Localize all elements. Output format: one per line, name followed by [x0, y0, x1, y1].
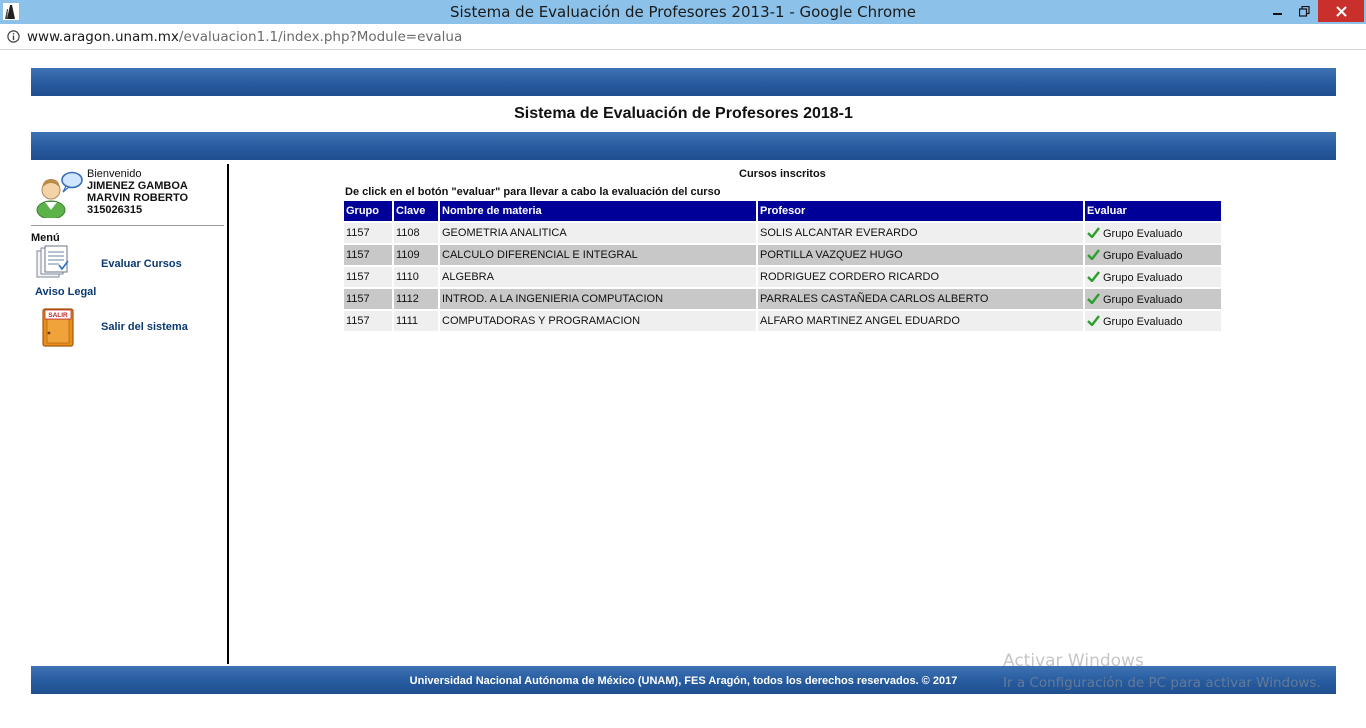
cell-profesor: RODRIGUEZ CORDERO RICARDO [758, 267, 1083, 287]
url-host: www.aragon.unam.mx [27, 29, 179, 45]
footer-text: Universidad Nacional Autónoma de México … [409, 675, 958, 687]
watermark-subtitle: Ir a Configuración de PC para activar Wi… [1003, 675, 1321, 691]
table-row: 1157 1108 GEOMETRIA ANALITICA SOLIS ALCA… [344, 223, 1221, 243]
instruction-text: De click en el botón "evaluar" para llev… [345, 186, 721, 198]
column-header-clave: Clave [394, 201, 438, 221]
window-title: Sistema de Evaluación de Profesores 2013… [449, 3, 917, 21]
cell-profesor: PORTILLA VAZQUEZ HUGO [758, 245, 1083, 265]
evaluado-status: Grupo Evaluado [1103, 271, 1183, 284]
cell-profesor: SOLIS ALCANTAR EVERARDO [758, 223, 1083, 243]
section-title: Cursos inscritos [739, 168, 826, 180]
evaluado-status: Grupo Evaluado [1103, 249, 1183, 262]
restore-icon [1298, 5, 1310, 17]
header-band-bottom [31, 132, 1336, 160]
user-avatar-icon [36, 171, 83, 218]
aviso-legal-link[interactable]: Aviso Legal [35, 286, 96, 298]
table-row: 1157 1112 INTROD. A LA INGENIERIA COMPUT… [344, 289, 1221, 309]
cell-clave: 1112 [394, 289, 438, 309]
column-header-profesor: Profesor [758, 201, 1083, 221]
restore-button[interactable] [1292, 0, 1316, 22]
close-icon [1335, 5, 1347, 17]
table-row: 1157 1109 CALCULO DIFERENCIAL E INTEGRAL… [344, 245, 1221, 265]
column-header-evaluar: Evaluar [1085, 201, 1221, 221]
user-account-number: 315026315 [87, 204, 143, 216]
check-icon [1087, 248, 1100, 260]
courses-table: Grupo Clave Nombre de materia Profesor E… [342, 199, 1223, 333]
cell-grupo: 1157 [344, 245, 392, 265]
page-title: Sistema de Evaluación de Profesores 2018… [514, 105, 853, 122]
welcome-text: Bienvenido [87, 168, 142, 180]
cell-clave: 1111 [394, 311, 438, 331]
minimize-button[interactable] [1266, 0, 1290, 22]
documents-icon[interactable] [35, 245, 71, 279]
watermark-title: Activar Windows [1003, 651, 1144, 671]
cell-profesor: PARRALES CASTAÑEDA CARLOS ALBERTO [758, 289, 1083, 309]
cell-clave: 1109 [394, 245, 438, 265]
evaluar-cursos-link[interactable]: Evaluar Cursos [101, 258, 182, 270]
close-button[interactable] [1318, 0, 1364, 22]
cell-materia: CALCULO DIFERENCIAL E INTEGRAL [440, 245, 756, 265]
cell-clave: 1110 [394, 267, 438, 287]
cell-materia: COMPUTADORAS Y PROGRAMACION [440, 311, 756, 331]
cell-materia: INTROD. A LA INGENIERIA COMPUTACION [440, 289, 756, 309]
user-info: Bienvenido JIMENEZ GAMBOA MARVIN ROBERTO… [87, 168, 188, 216]
activation-watermark: Activar Windows Ir a Configuración de PC… [1003, 651, 1321, 691]
evaluado-status: Grupo Evaluado [1103, 293, 1183, 306]
info-icon[interactable] [7, 30, 20, 43]
url-path: /evaluacion1.1/index.php?Module=evalua [178, 29, 463, 45]
evaluado-status: Grupo Evaluado [1103, 227, 1183, 240]
cell-materia: GEOMETRIA ANALITICA [440, 223, 756, 243]
cell-grupo: 1157 [344, 267, 392, 287]
cell-evaluar: Grupo Evaluado [1085, 289, 1221, 309]
column-header-grupo: Grupo [344, 201, 392, 221]
check-icon [1087, 270, 1100, 282]
cell-profesor: ALFARO MARTINEZ ANGEL EDUARDO [758, 311, 1083, 331]
table-header-row: Grupo Clave Nombre de materia Profesor E… [344, 201, 1221, 221]
column-header-materia: Nombre de materia [440, 201, 756, 221]
window-titlebar: Sistema de Evaluación de Profesores 2013… [0, 0, 1366, 24]
check-icon [1087, 292, 1100, 304]
table-row: 1157 1111 COMPUTADORAS Y PROGRAMACION AL… [344, 311, 1221, 331]
sidebar-vertical-divider [227, 164, 229, 664]
cell-grupo: 1157 [344, 289, 392, 309]
cell-evaluar: Grupo Evaluado [1085, 311, 1221, 331]
header-band-top [31, 68, 1336, 96]
cell-evaluar: Grupo Evaluado [1085, 267, 1221, 287]
cell-evaluar: Grupo Evaluado [1085, 223, 1221, 243]
check-icon [1087, 226, 1100, 238]
cell-evaluar: Grupo Evaluado [1085, 245, 1221, 265]
sidebar-divider-line [31, 225, 224, 226]
cell-clave: 1108 [394, 223, 438, 243]
salir-sign-text: SALIR [48, 312, 68, 319]
minimize-icon [1273, 13, 1282, 15]
url-text[interactable]: www.aragon.unam.mx/evaluacion1.1/index.p… [27, 29, 462, 45]
user-name-line2: MARVIN ROBERTO [87, 192, 189, 204]
cell-materia: ALGEBRA [440, 267, 756, 287]
cell-grupo: 1157 [344, 311, 392, 331]
cell-grupo: 1157 [344, 223, 392, 243]
exit-door-icon[interactable]: SALIR [41, 307, 75, 347]
evaluado-status: Grupo Evaluado [1103, 315, 1183, 328]
user-name-line1: JIMENEZ GAMBOA [87, 180, 188, 192]
check-icon [1087, 314, 1100, 326]
menu-heading: Menú [31, 232, 60, 244]
salir-sistema-link[interactable]: Salir del sistema [101, 321, 188, 333]
table-row: 1157 1110 ALGEBRA RODRIGUEZ CORDERO RICA… [344, 267, 1221, 287]
address-bar[interactable]: www.aragon.unam.mx/evaluacion1.1/index.p… [0, 24, 1366, 50]
